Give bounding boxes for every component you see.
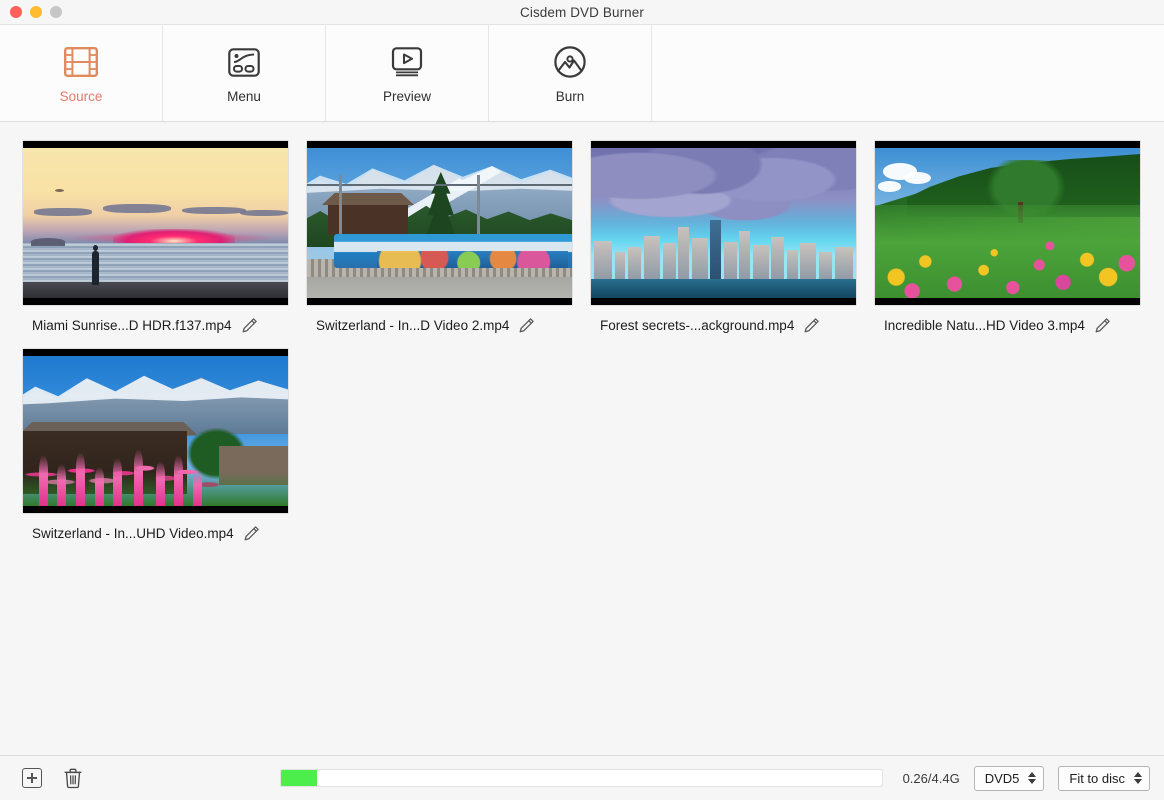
tab-menu-label: Menu — [227, 89, 261, 104]
tab-preview-label: Preview — [382, 89, 431, 104]
menu-layout-icon — [224, 42, 264, 82]
disc-burn-icon — [550, 42, 590, 82]
video-card[interactable]: Forest secrets-...ackground.mp4 — [590, 140, 874, 334]
tab-menu[interactable]: Menu — [163, 25, 326, 121]
pencil-icon[interactable] — [243, 525, 260, 542]
tab-source-label: Source — [59, 89, 103, 104]
tab-preview[interactable]: Preview — [326, 25, 489, 121]
toolbar-filler — [652, 25, 1164, 121]
video-caption: Forest secrets-...ackground.mp4 — [590, 317, 874, 334]
video-caption: Incredible Natu...HD Video 3.mp4 — [874, 317, 1158, 334]
video-filename: Incredible Natu...HD Video 3.mp4 — [884, 318, 1085, 333]
title-bar: Cisdem DVD Burner — [0, 0, 1164, 25]
video-filename: Switzerland - In...UHD Video.mp4 — [32, 526, 234, 541]
pencil-icon[interactable] — [518, 317, 535, 334]
plus-box-icon[interactable] — [22, 768, 42, 788]
video-thumbnail[interactable] — [874, 140, 1141, 306]
video-card[interactable]: Switzerland - In...D Video 2.mp4 — [306, 140, 590, 334]
thumbnail-image — [307, 148, 572, 298]
video-caption: Switzerland - In...D Video 2.mp4 — [306, 317, 590, 334]
main-toolbar: Source Menu Preview Burn — [0, 25, 1164, 122]
video-thumbnail[interactable] — [22, 140, 289, 306]
video-caption: Miami Sunrise...D HDR.f137.mp4 — [22, 317, 306, 334]
thumbnail-image — [23, 356, 288, 506]
disc-type-select[interactable]: DVD5 — [973, 765, 1045, 791]
disc-size-text: 0.26/4.4G — [902, 770, 960, 786]
chevron-updown-icon — [1134, 772, 1142, 784]
video-thumbnail[interactable] — [306, 140, 573, 306]
bottom-toolbar: 0.26/4.4G DVD5 Fit to disc — [0, 755, 1164, 800]
video-thumbnail[interactable] — [22, 348, 289, 514]
thumbnail-image — [875, 148, 1140, 298]
video-card[interactable]: Switzerland - In...UHD Video.mp4 — [22, 348, 306, 542]
source-file-grid: Miami Sunrise...D HDR.f137.mp4 Switzerla… — [0, 122, 1164, 755]
video-card[interactable]: Incredible Natu...HD Video 3.mp4 — [874, 140, 1158, 334]
pencil-icon[interactable] — [1094, 317, 1111, 334]
window-title: Cisdem DVD Burner — [520, 4, 644, 20]
fit-mode-select[interactable]: Fit to disc — [1058, 765, 1150, 791]
app-window: Cisdem DVD Burner Source Menu Preview Bu… — [0, 0, 1164, 800]
chevron-updown-icon — [1028, 772, 1037, 784]
tab-source[interactable]: Source — [0, 25, 163, 121]
video-filename: Miami Sunrise...D HDR.f137.mp4 — [32, 318, 232, 333]
trash-icon[interactable] — [62, 767, 84, 789]
video-thumbnail[interactable] — [590, 140, 857, 306]
video-caption: Switzerland - In...UHD Video.mp4 — [22, 525, 306, 542]
disc-usage-fill — [281, 770, 318, 786]
video-filename: Switzerland - In...D Video 2.mp4 — [316, 318, 510, 333]
monitor-play-icon — [387, 42, 427, 82]
disc-type-value: DVD5 — [984, 770, 1020, 786]
pencil-icon[interactable] — [241, 317, 258, 334]
video-filename: Forest secrets-...ackground.mp4 — [600, 318, 795, 333]
thumbnail-image — [23, 148, 288, 298]
disc-usage-progressbar — [280, 769, 883, 787]
fit-mode-value: Fit to disc — [1069, 770, 1125, 786]
video-card[interactable]: Miami Sunrise...D HDR.f137.mp4 — [22, 140, 306, 334]
thumbnail-image — [591, 148, 856, 298]
film-strip-icon — [61, 42, 101, 82]
tab-burn[interactable]: Burn — [489, 25, 652, 121]
tab-burn-label: Burn — [555, 89, 585, 104]
pencil-icon[interactable] — [803, 317, 820, 334]
